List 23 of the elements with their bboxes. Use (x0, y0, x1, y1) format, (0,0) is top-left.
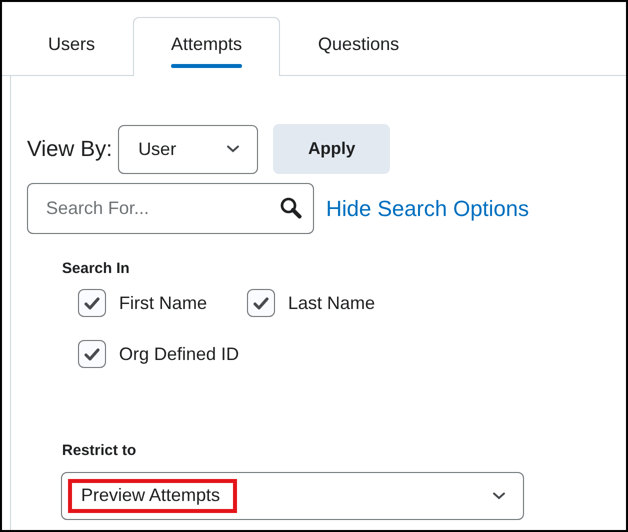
checkmark-icon (253, 296, 270, 310)
checkbox[interactable] (78, 289, 106, 317)
tab[interactable]: Attempts (133, 17, 280, 76)
view-by-label: View By: (27, 136, 112, 162)
apply-button[interactable]: Apply (273, 124, 390, 174)
chevron-down-icon (493, 492, 505, 500)
checkmark-icon (84, 296, 100, 310)
checkbox[interactable] (78, 340, 106, 368)
chevron-down-icon (227, 145, 240, 153)
checkbox-label: Org Defined ID (119, 344, 240, 364)
hide-search-options-link[interactable]: Hide Search Options (326, 196, 529, 222)
highlight-frame: Preview Attempts (68, 479, 238, 513)
restrict-to-select[interactable]: Preview Attempts (61, 472, 524, 520)
search-in-label: Search In (62, 260, 131, 277)
checkmark-icon (84, 348, 100, 360)
checkbox-label: First Name (119, 292, 208, 314)
restrict-to-label: Restrict to (62, 442, 138, 459)
checkbox[interactable] (247, 289, 276, 317)
view-by-select[interactable]: User (118, 124, 258, 174)
search-icon (280, 197, 302, 219)
checkbox-label: Last Name (288, 292, 376, 314)
search-field[interactable]: Search For... (27, 183, 314, 234)
tab-underline (171, 64, 242, 68)
